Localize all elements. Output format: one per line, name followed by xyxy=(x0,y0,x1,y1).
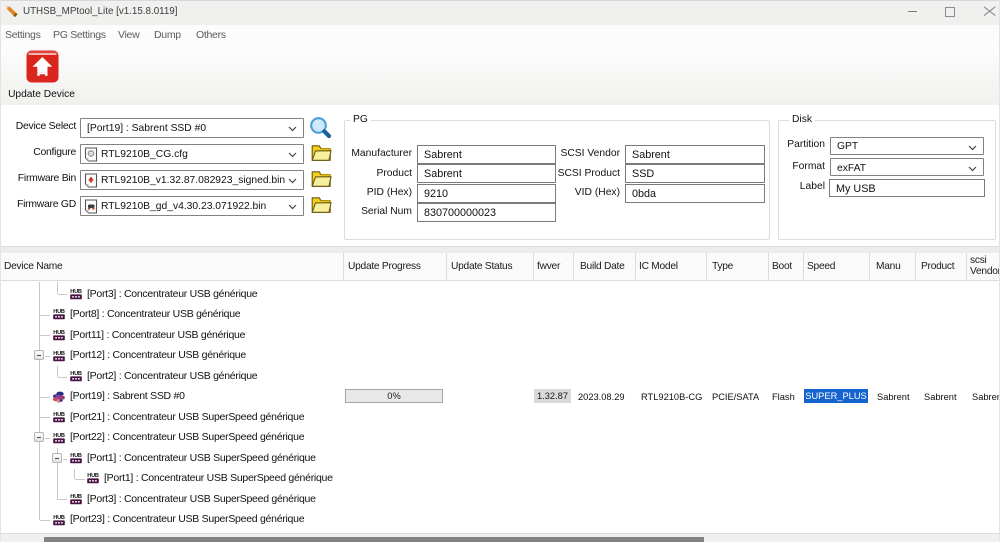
svg-text:HUB: HUB xyxy=(53,433,65,439)
svg-text:HUB: HUB xyxy=(53,515,65,521)
svg-text:HUB: HUB xyxy=(87,473,99,479)
svg-text:HUB: HUB xyxy=(70,289,82,295)
svg-text:HUB: HUB xyxy=(70,371,82,377)
svg-text:HUB: HUB xyxy=(70,453,82,459)
svg-text:HUB: HUB xyxy=(53,309,65,315)
svg-text:HUB: HUB xyxy=(70,494,82,500)
svg-text:HUB: HUB xyxy=(53,412,65,418)
svg-text:HUB: HUB xyxy=(53,330,65,336)
svg-text:HUB: HUB xyxy=(53,351,65,357)
